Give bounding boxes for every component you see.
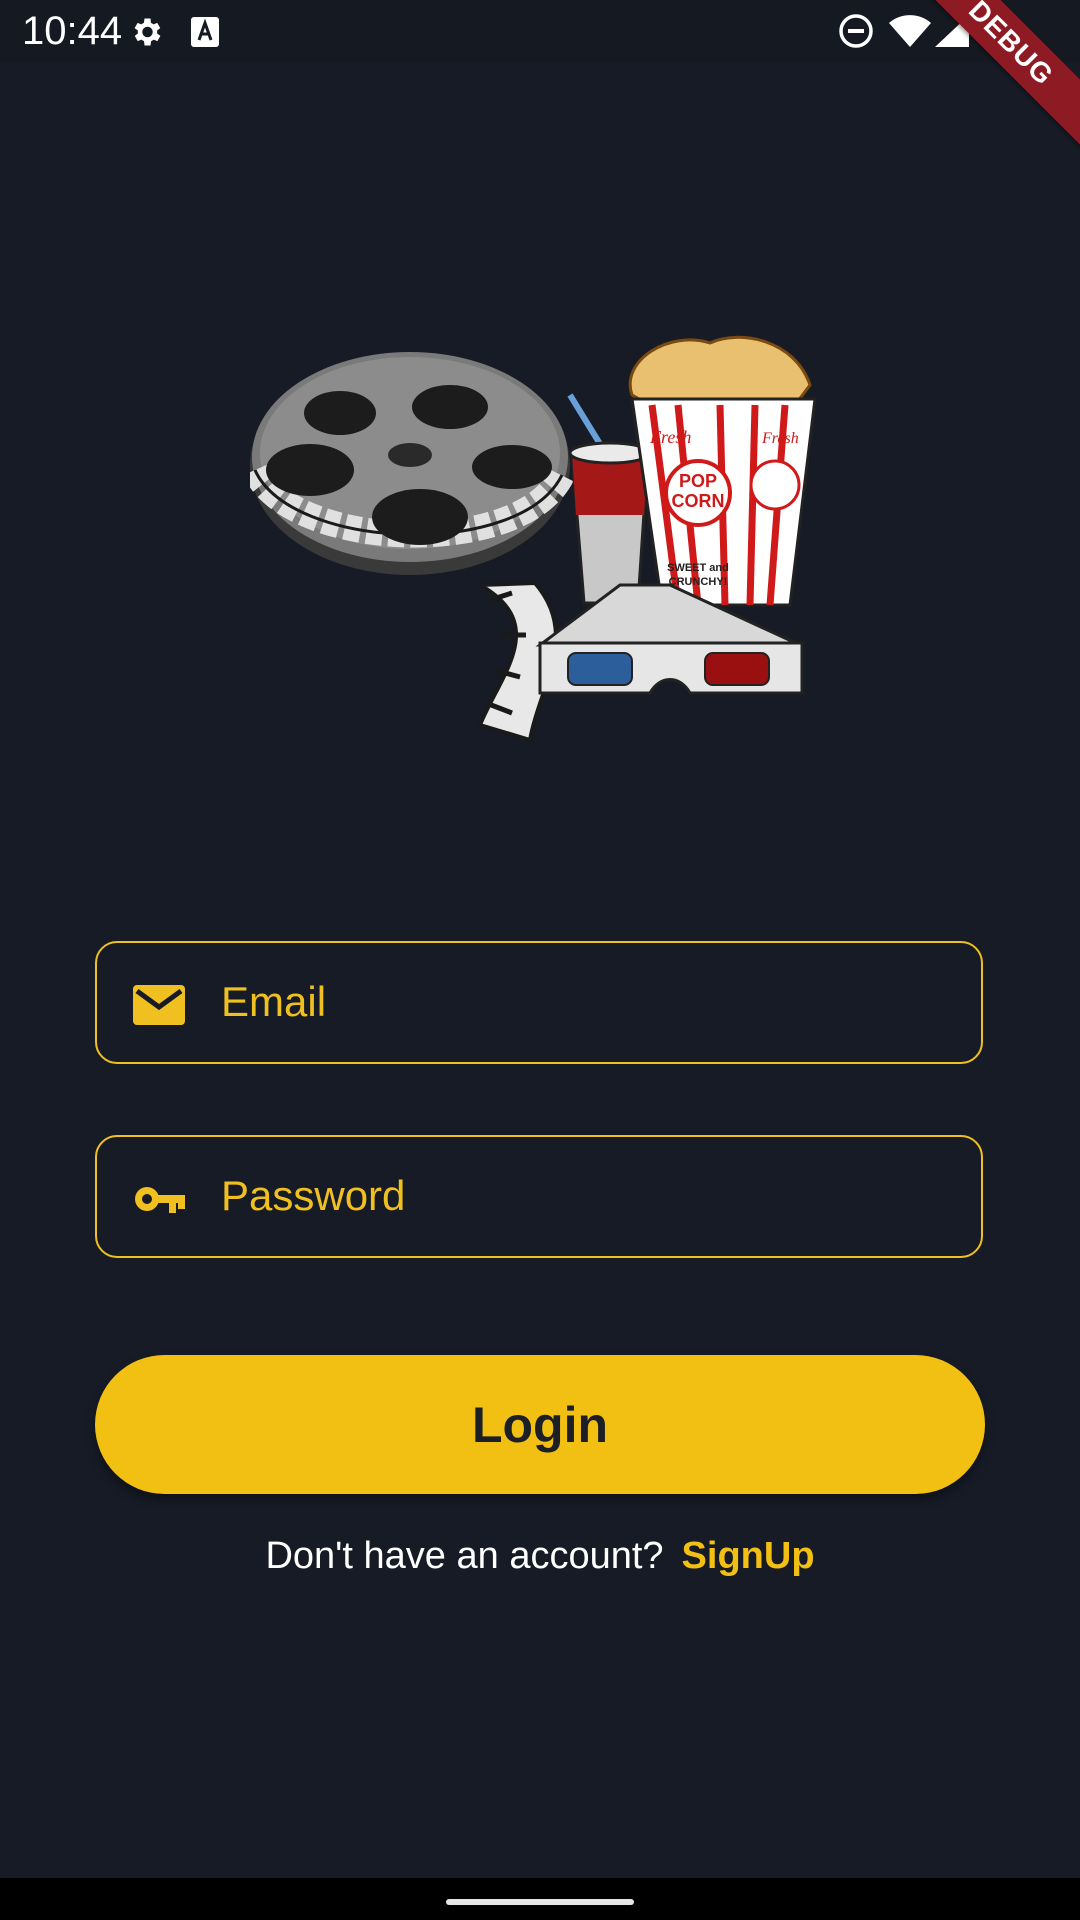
- do-not-disturb-icon: [839, 14, 873, 48]
- debug-banner: DEBUG: [906, 0, 1080, 148]
- svg-text:Fresh: Fresh: [761, 430, 799, 447]
- password-placeholder: Password: [221, 1172, 406, 1219]
- email-placeholder: Email: [221, 978, 327, 1025]
- wifi-icon: [889, 15, 931, 47]
- password-field[interactable]: Password: [95, 1135, 983, 1258]
- signup-row: Don't have an account? SignUp: [0, 1530, 1080, 1582]
- svg-text:CRUNCHY!: CRUNCHY!: [669, 576, 728, 588]
- svg-text:SWEET and: SWEET and: [667, 562, 729, 574]
- status-bar: 10:44 DEBUG: [0, 0, 1080, 148]
- key-icon: [135, 1187, 185, 1213]
- settings-gear-icon: [134, 18, 161, 46]
- signup-prompt: Don't have an account?: [265, 1535, 664, 1577]
- email-field[interactable]: Email: [95, 941, 983, 1064]
- login-button[interactable]: Login: [95, 1355, 985, 1494]
- popcorn-box: Fresh Fresh POP CORN SWEET and CRUNCHY!: [628, 335, 817, 607]
- keyboard-a-icon: [191, 17, 219, 47]
- home-indicator[interactable]: [446, 1899, 634, 1905]
- film-reel: [250, 352, 574, 575]
- svg-text:POP: POP: [679, 471, 717, 491]
- status-time: 10:44: [22, 9, 123, 53]
- movie-illustration: Fresh Fresh POP CORN SWEET and CRUNCHY!: [250, 335, 817, 743]
- svg-text:Fresh: Fresh: [649, 427, 691, 447]
- svg-text:CORN: CORN: [672, 491, 725, 511]
- signup-link[interactable]: SignUp: [682, 1535, 815, 1577]
- login-button-label: Login: [471, 1396, 609, 1453]
- mail-icon: [133, 985, 185, 1025]
- login-screen: 10:44 DEBUG Fresh Fresh POP CORN SWEET a…: [0, 0, 1080, 1920]
